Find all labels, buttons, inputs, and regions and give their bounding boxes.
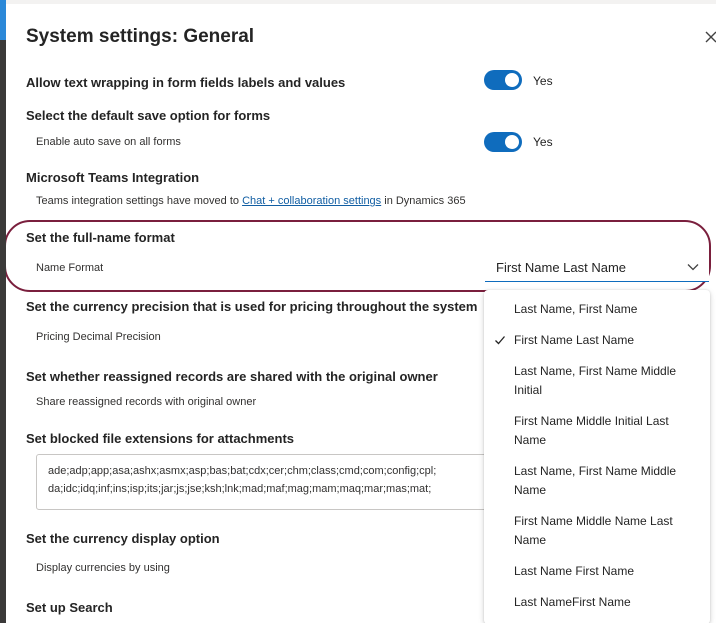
share-reassigned-label: Share reassigned records with original o…: [36, 396, 257, 408]
listbox-option[interactable]: First Name Middle Name Last Name: [484, 506, 710, 556]
section-title-currency-precision: Set the currency precision that is used …: [26, 299, 478, 314]
section-title-teams: Microsoft Teams Integration: [26, 170, 200, 185]
option-label: First Name Last Name: [514, 333, 635, 347]
section-title-reassigned: Set whether reassigned records are share…: [26, 369, 438, 384]
name-format-label: Name Format: [36, 262, 104, 274]
listbox-option[interactable]: Last Name, First Name Middle Name: [484, 456, 710, 506]
toggle-knob: [505, 135, 519, 149]
section-title-full-name: Set the full-name format: [26, 230, 175, 245]
toggle-knob: [505, 73, 519, 87]
option-label: First Name Middle Name Last Name: [514, 514, 673, 547]
checkmark-icon: [495, 336, 505, 345]
section-title-text-wrapping: Allow text wrapping in form fields label…: [26, 75, 346, 90]
chat-collaboration-settings-link[interactable]: Chat + collaboration settings: [242, 195, 381, 207]
name-format-select[interactable]: First Name Last Name: [485, 253, 709, 282]
option-label: Last Name, First Name: [514, 302, 638, 316]
option-label: Last Name, First Name Middle Name: [514, 464, 677, 497]
section-title-save-option: Select the default save option for forms: [26, 108, 271, 123]
name-format-listbox: Last Name, First Name First Name Last Na…: [484, 290, 710, 623]
listbox-option[interactable]: Last NameFirst Name: [484, 587, 710, 618]
teams-info-suffix: in Dynamics 365: [381, 195, 466, 207]
listbox-option-selected[interactable]: First Name Last Name: [484, 325, 710, 356]
display-currencies-label: Display currencies by using: [36, 562, 170, 574]
section-title-search: Set up Search: [26, 600, 113, 615]
blocked-extensions-line: da;idc;idq;inf;ins;isp;its;jar;js;jse;ks…: [48, 483, 432, 495]
listbox-option[interactable]: First Name Middle Initial Last Name: [484, 406, 710, 456]
teams-info-prefix: Teams integration settings have moved to: [36, 195, 243, 207]
section-title-blocked-extensions: Set blocked file extensions for attachme…: [26, 431, 295, 446]
settings-panel: System settings: General Allow text wrap…: [6, 4, 716, 623]
option-label: Last NameFirst Name: [514, 595, 631, 609]
text-wrapping-toggle-label: Yes: [533, 74, 553, 88]
name-format-selected-value: First Name Last Name: [496, 259, 627, 275]
close-icon[interactable]: [704, 30, 716, 44]
auto-save-label: Enable auto save on all forms: [36, 136, 181, 148]
auto-save-toggle[interactable]: [484, 132, 522, 152]
blocked-extensions-textarea[interactable]: ade;adp;app;asa;ashx;asmx;asp;bas;bat;cd…: [36, 454, 496, 510]
listbox-option[interactable]: Last Name First Name: [484, 556, 710, 587]
teams-info-text: Teams integration settings have moved to…: [36, 195, 466, 207]
listbox-option[interactable]: Last Name, First Name Middle Initial: [484, 356, 710, 406]
text-wrapping-toggle[interactable]: [484, 70, 522, 90]
listbox-option[interactable]: Last Name, First Name: [484, 294, 710, 325]
panel-title: System settings: General: [26, 26, 255, 47]
auto-save-toggle-label: Yes: [533, 135, 553, 149]
blocked-extensions-line: ade;adp;app;asa;ashx;asmx;asp;bas;bat;cd…: [48, 465, 437, 477]
option-label: Last Name First Name: [514, 564, 635, 578]
chevron-down-icon: [687, 264, 699, 271]
pricing-decimal-label: Pricing Decimal Precision: [36, 331, 161, 343]
section-title-currency-display: Set the currency display option: [26, 531, 220, 546]
option-label: First Name Middle Initial Last Name: [514, 414, 669, 447]
option-label: Last Name, First Name Middle Initial: [514, 364, 677, 397]
